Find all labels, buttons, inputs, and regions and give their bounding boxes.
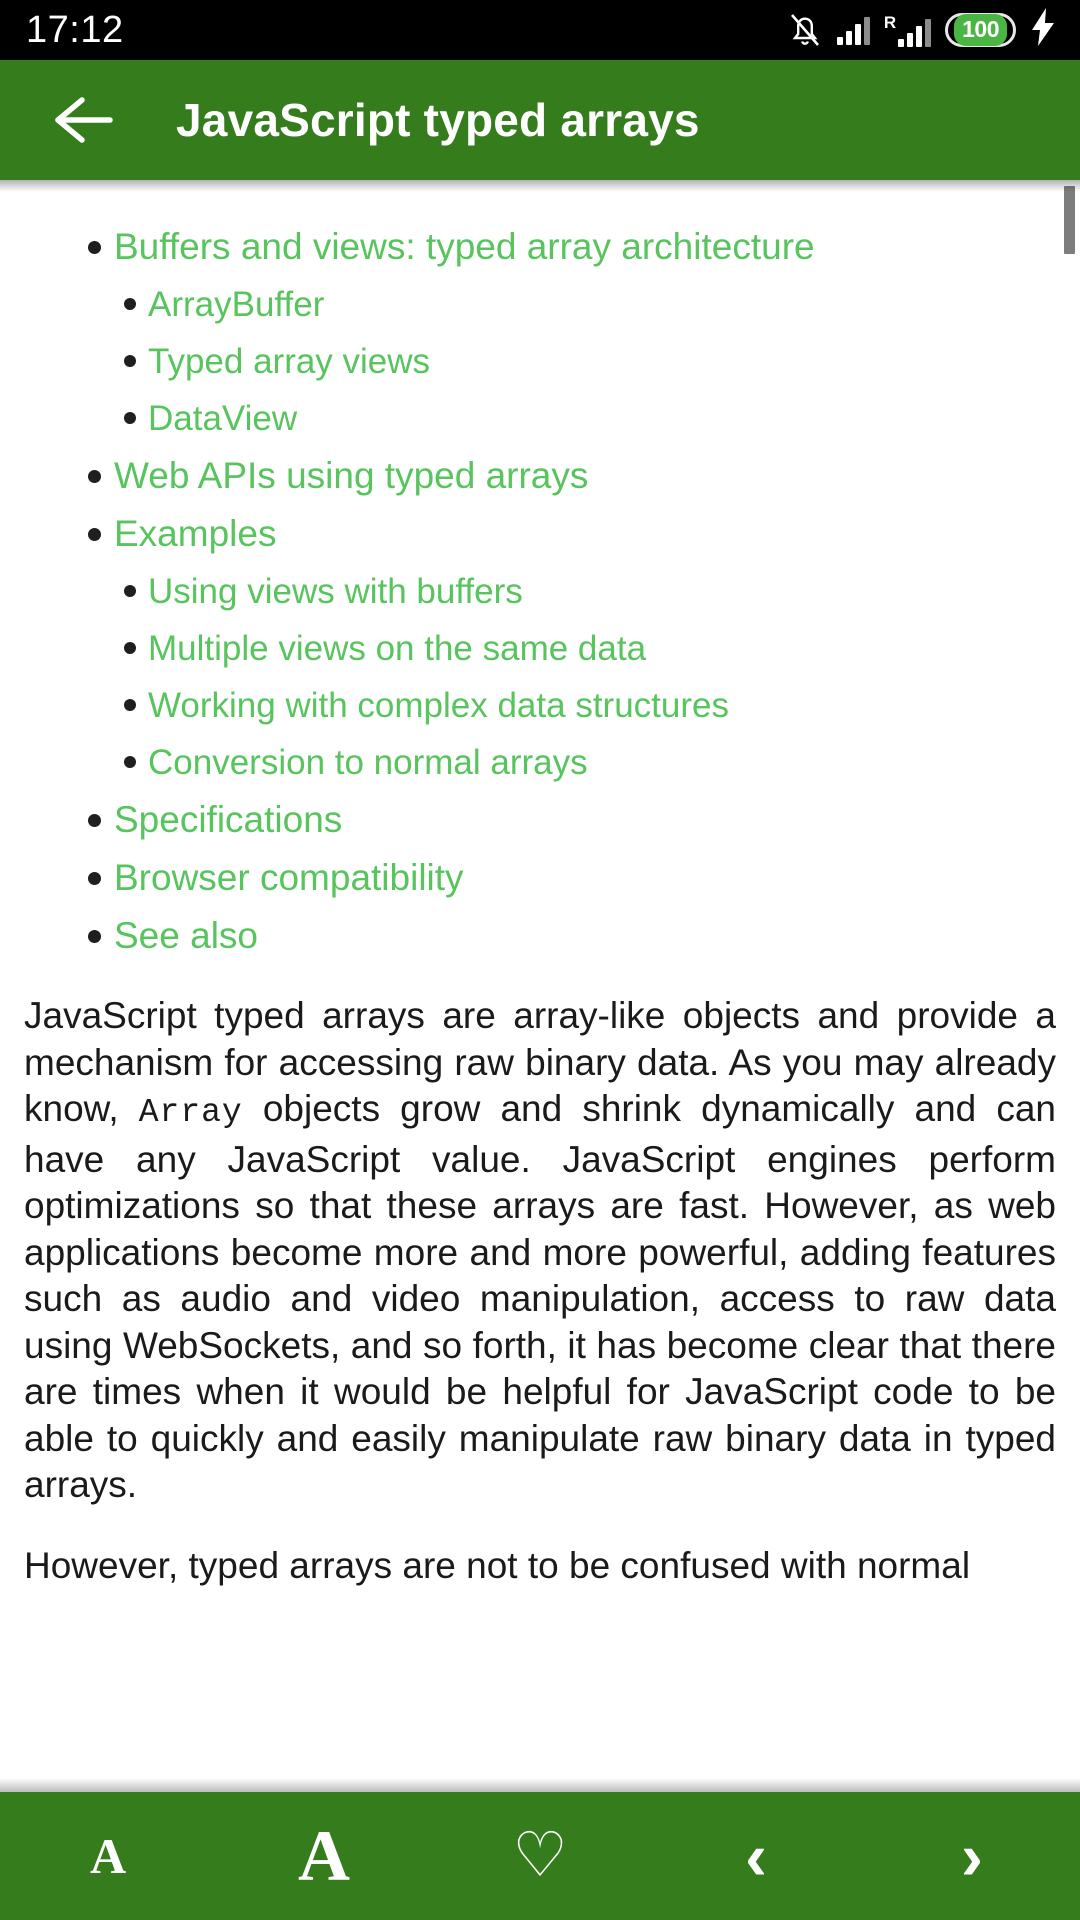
toc-row: Examples <box>0 511 1080 557</box>
bullet-icon <box>88 528 101 541</box>
article-body: JavaScript typed arrays are array-like o… <box>0 993 1080 1589</box>
paragraph-1-text-b: objects grow and shrink dynamically and … <box>24 1088 1056 1505</box>
back-button[interactable] <box>46 82 122 158</box>
toc-link-browser-compatibility[interactable]: Browser compatibility <box>114 855 464 901</box>
battery-icon: 100 <box>945 13 1016 47</box>
toc-link-multiple-views[interactable]: Multiple views on the same data <box>148 626 646 671</box>
status-clock: 17:12 <box>26 9 124 51</box>
toc-row: DataView <box>0 396 1080 441</box>
charging-bolt-icon <box>1030 8 1056 52</box>
chevron-left-icon: ‹ <box>745 1819 767 1893</box>
bullet-icon <box>124 585 136 597</box>
bullet-icon <box>124 298 136 310</box>
toc-row: Typed array views <box>0 339 1080 384</box>
paragraph-1: JavaScript typed arrays are array-like o… <box>24 993 1056 1509</box>
toc-row: Multiple views on the same data <box>0 626 1080 671</box>
toc-item: Browser compatibility <box>0 855 1080 901</box>
toc-sublist: Using views with buffers Multiple views … <box>0 569 1080 785</box>
heart-icon: ♡ <box>512 1821 568 1890</box>
toc-item: Web APIs using typed arrays <box>0 453 1080 499</box>
toc-row: Buffers and views: typed array architect… <box>0 224 1080 270</box>
app-screen: 17:12 R 100 JavaScript typed arrays Buff… <box>0 0 1080 1920</box>
back-arrow-icon <box>55 97 113 143</box>
toc-item: ArrayBuffer <box>0 282 1080 327</box>
toc-row: ArrayBuffer <box>0 282 1080 327</box>
toc-item: Buffers and views: typed array architect… <box>0 224 1080 441</box>
previous-page-button[interactable]: ‹ <box>648 1792 864 1920</box>
toc-row: See also <box>0 913 1080 959</box>
bullet-icon <box>124 355 136 367</box>
bullet-icon <box>88 241 101 254</box>
toc-link-arraybuffer[interactable]: ArrayBuffer <box>148 282 324 327</box>
bullet-icon <box>124 412 136 424</box>
toc-row: Browser compatibility <box>0 855 1080 901</box>
battery-percent-label: 100 <box>954 14 1007 46</box>
toc-item: Conversion to normal arrays <box>0 740 1080 785</box>
toc-link-see-also[interactable]: See also <box>114 913 258 959</box>
bell-muted-icon <box>787 11 823 49</box>
status-bar: 17:12 R 100 <box>0 0 1080 60</box>
toc-item: Using views with buffers <box>0 569 1080 614</box>
bullet-icon <box>88 872 101 885</box>
toc-row: Using views with buffers <box>0 569 1080 614</box>
paragraph-2: However, typed arrays are not to be conf… <box>24 1544 971 1586</box>
toc-link-specifications[interactable]: Specifications <box>114 797 342 843</box>
toc-item: Working with complex data structures <box>0 683 1080 728</box>
toc-link-examples[interactable]: Examples <box>114 511 276 557</box>
bullet-icon <box>124 642 136 654</box>
bullet-icon <box>88 470 101 483</box>
table-of-contents: Buffers and views: typed array architect… <box>0 180 1080 959</box>
toc-row: Working with complex data structures <box>0 683 1080 728</box>
decrease-font-size-button[interactable]: A <box>0 1792 216 1920</box>
toc-link-buffers-and-views[interactable]: Buffers and views: typed array architect… <box>114 224 815 270</box>
status-icon-tray: R 100 <box>787 8 1056 52</box>
toc-item: DataView <box>0 396 1080 441</box>
bottom-toolbar: A A ♡ ‹ › <box>0 1792 1080 1920</box>
toc-link-complex-data-structures[interactable]: Working with complex data structures <box>148 683 729 728</box>
inline-code-array: Array <box>138 1094 243 1131</box>
bullet-icon <box>88 930 101 943</box>
bullet-icon <box>124 756 136 768</box>
increase-font-size-button[interactable]: A <box>216 1792 432 1920</box>
signal-bars-roaming-icon: R <box>883 12 932 47</box>
toc-item: See also <box>0 913 1080 959</box>
signal-bars-icon <box>836 15 870 45</box>
toc-item: Examples Using views with buffers Multip… <box>0 511 1080 785</box>
chevron-right-icon: › <box>961 1819 983 1893</box>
next-page-button[interactable]: › <box>864 1792 1080 1920</box>
bullet-icon <box>124 699 136 711</box>
article-scroll-area[interactable]: Buffers and views: typed array architect… <box>0 180 1080 1792</box>
page-title: JavaScript typed arrays <box>176 94 700 146</box>
app-bar: JavaScript typed arrays <box>0 60 1080 180</box>
toc-link-dataview[interactable]: DataView <box>148 396 297 441</box>
favorite-button[interactable]: ♡ <box>432 1792 648 1920</box>
toc-row: Conversion to normal arrays <box>0 740 1080 785</box>
toc-item: Specifications <box>0 797 1080 843</box>
toc-link-web-apis[interactable]: Web APIs using typed arrays <box>114 453 588 499</box>
toc-link-using-views-with-buffers[interactable]: Using views with buffers <box>148 569 523 614</box>
toc-item: Multiple views on the same data <box>0 626 1080 671</box>
toc-list: Buffers and views: typed array architect… <box>0 224 1080 959</box>
toc-link-conversion-to-normal-arrays[interactable]: Conversion to normal arrays <box>148 740 588 785</box>
toc-row: Specifications <box>0 797 1080 843</box>
roaming-indicator-label: R <box>883 12 897 32</box>
toc-sublist: ArrayBuffer Typed array views DataView <box>0 282 1080 441</box>
toc-link-typed-array-views[interactable]: Typed array views <box>148 339 430 384</box>
bullet-icon <box>88 814 101 827</box>
toc-item: Typed array views <box>0 339 1080 384</box>
toc-row: Web APIs using typed arrays <box>0 453 1080 499</box>
